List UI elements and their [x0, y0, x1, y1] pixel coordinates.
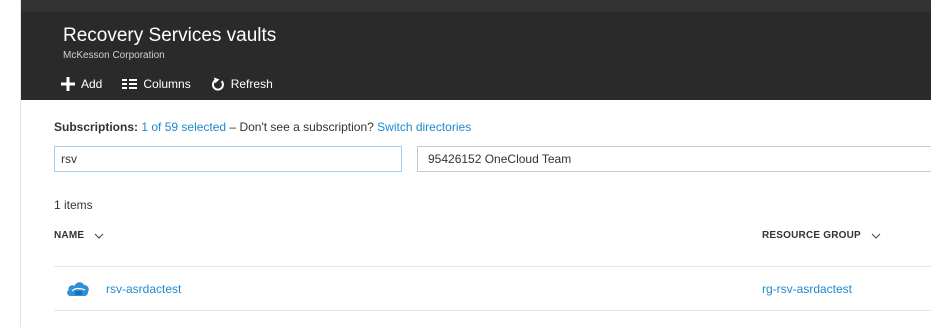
toolbar: Add Columns Refresh	[61, 74, 293, 94]
add-button[interactable]: Add	[61, 77, 102, 91]
plus-icon	[61, 77, 75, 91]
blade-title: Recovery Services vaults	[63, 25, 277, 46]
left-nav-strip	[0, 0, 21, 327]
chevron-down-icon	[94, 233, 104, 239]
column-header-resource-group[interactable]: RESOURCE GROUP	[762, 230, 881, 241]
refresh-icon	[211, 77, 224, 91]
subscriptions-selected-link[interactable]: 1 of 59 selected	[141, 120, 226, 134]
blade-header: Recovery Services vaults McKesson Corpor…	[21, 0, 931, 100]
table-row-divider	[54, 310, 931, 311]
blade-content: Subscriptions: 1 of 59 selected – Don't …	[21, 100, 931, 327]
subscriptions-line: Subscriptions: 1 of 59 selected – Don't …	[54, 120, 471, 134]
refresh-label: Refresh	[230, 77, 273, 91]
column-header-name-label: NAME	[54, 230, 85, 241]
subscription-select[interactable]: 95426152 OneCloud Team	[417, 146, 931, 172]
row-name-link[interactable]: rsv-asrdactest	[106, 282, 181, 296]
subscription-select-value: 95426152 OneCloud Team	[428, 152, 572, 166]
columns-label: Columns	[143, 77, 191, 91]
table-row[interactable]: rsv-asrdactest rg-rsv-asrdactest	[54, 267, 931, 310]
switch-directories-link[interactable]: Switch directories	[377, 120, 471, 134]
column-header-resource-group-label: RESOURCE GROUP	[762, 230, 861, 241]
chevron-down-icon	[871, 233, 881, 239]
columns-button[interactable]: Columns	[122, 77, 191, 91]
columns-icon	[122, 79, 138, 89]
add-label: Add	[81, 77, 103, 91]
subscriptions-separator-text: – Don't see a subscription?	[229, 120, 374, 134]
refresh-button[interactable]: Refresh	[211, 77, 273, 92]
filter-input[interactable]	[54, 146, 402, 172]
top-strip	[21, 0, 931, 12]
cloud-vault-icon	[67, 282, 89, 296]
row-resource-group-link[interactable]: rg-rsv-asrdactest	[762, 282, 852, 296]
column-header-name[interactable]: NAME	[54, 230, 104, 241]
blade-subtitle: McKesson Corporation	[63, 50, 165, 61]
subscriptions-label: Subscriptions:	[54, 120, 139, 134]
item-count: 1 items	[54, 198, 93, 212]
